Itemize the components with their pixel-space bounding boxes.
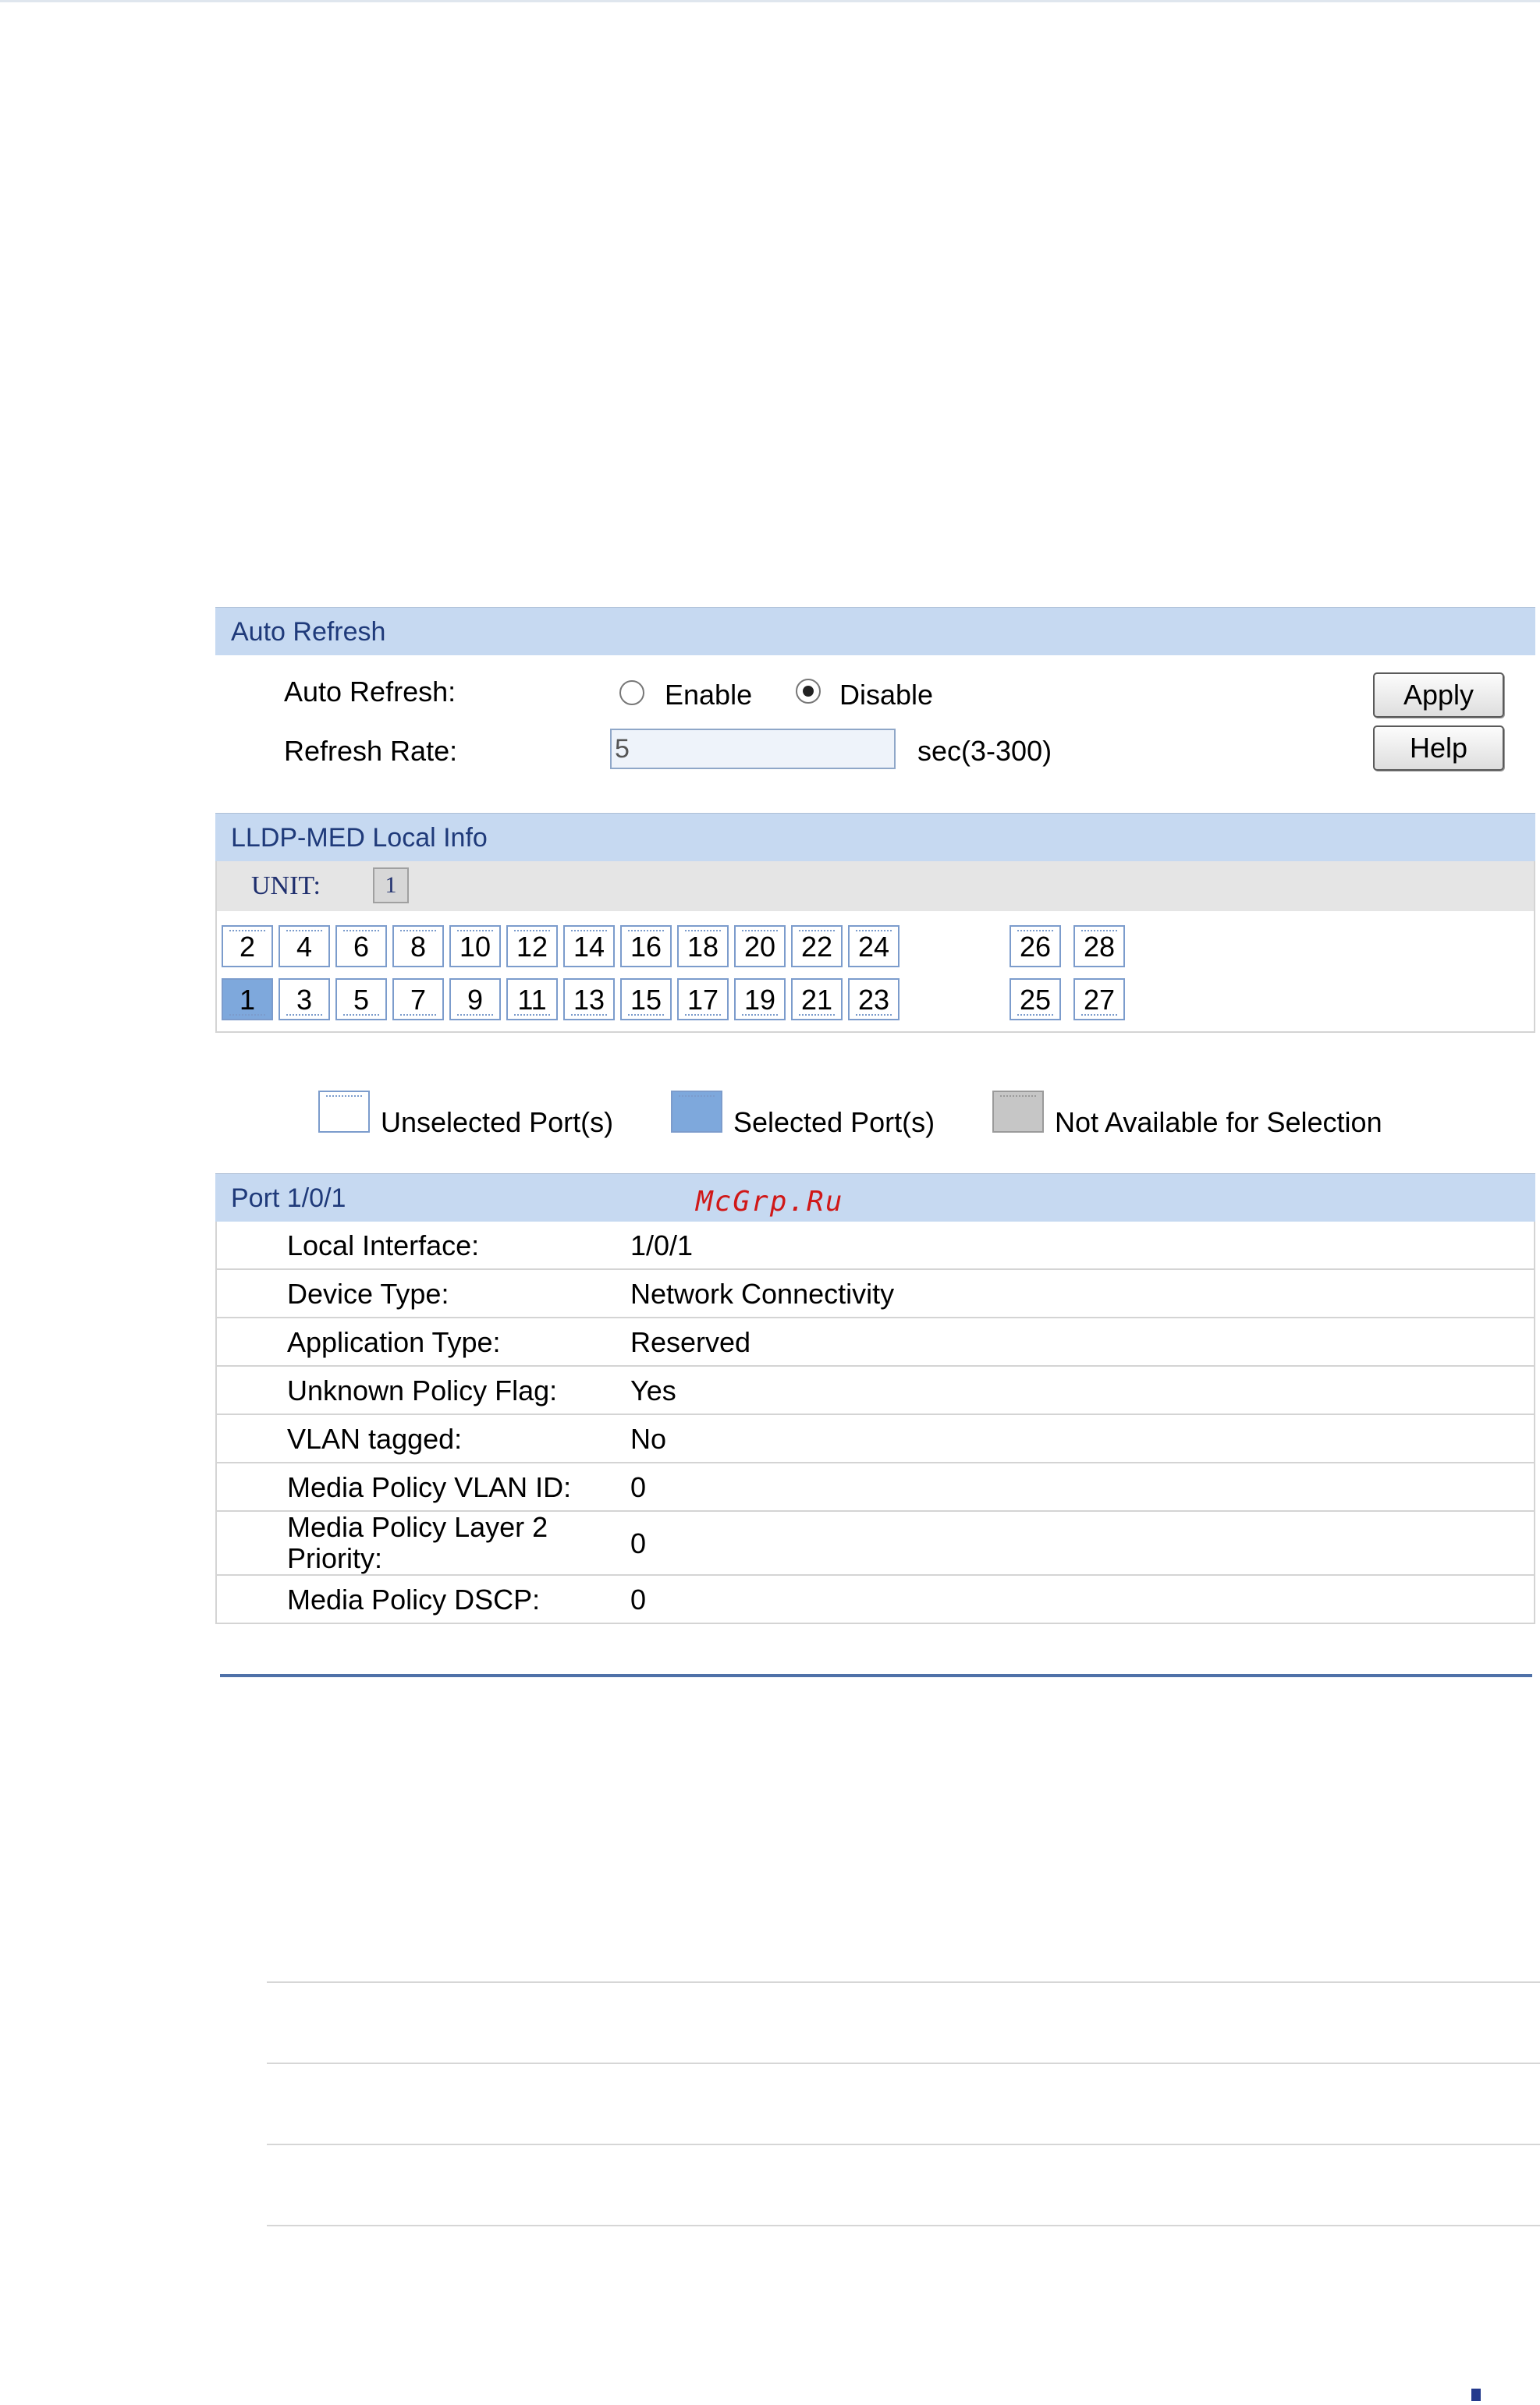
top-rule	[0, 0, 1540, 2]
port-11[interactable]: 11	[506, 978, 558, 1020]
port-15[interactable]: 15	[620, 978, 672, 1020]
unselected-port-legend-icon	[318, 1091, 370, 1133]
port-23[interactable]: 23	[848, 978, 900, 1020]
disable-radio[interactable]	[796, 679, 821, 704]
info-row: Unknown Policy Flag: Yes	[215, 1367, 1535, 1415]
port-14[interactable]: 14	[563, 925, 615, 967]
info-row: Media Policy DSCP: 0	[215, 1576, 1535, 1624]
info-row: VLAN tagged: No	[215, 1415, 1535, 1463]
info-row-value: 0	[630, 1584, 647, 1616]
selected-port-legend-label: Selected Port(s)	[733, 1106, 935, 1138]
port-3[interactable]: 3	[279, 978, 330, 1020]
info-row-label: Application Type:	[287, 1326, 501, 1358]
help-button[interactable]: Help	[1373, 725, 1504, 771]
lldp-med-header: LLDP-MED Local Info	[215, 813, 1535, 861]
info-row-value: No	[630, 1423, 667, 1455]
refresh-rate-label: Refresh Rate:	[284, 735, 458, 767]
apply-button[interactable]: Apply	[1373, 672, 1504, 718]
divider-line	[267, 2063, 1540, 2064]
info-row-value: 0	[630, 1527, 647, 1559]
info-row-label: Media Policy Layer 2 Priority:	[287, 1511, 548, 1574]
port-8[interactable]: 8	[392, 925, 444, 967]
port-19[interactable]: 19	[734, 978, 786, 1020]
port-28[interactable]: 28	[1073, 925, 1125, 967]
info-row-label: VLAN tagged:	[287, 1423, 463, 1455]
port-25[interactable]: 25	[1010, 978, 1061, 1020]
info-row-label: Media Policy VLAN ID:	[287, 1471, 572, 1503]
divider-line	[267, 1981, 1540, 1983]
port-18[interactable]: 18	[677, 925, 729, 967]
divider-line	[267, 2225, 1540, 2226]
enable-label[interactable]: Enable	[665, 679, 752, 711]
info-row-value: 0	[630, 1471, 647, 1503]
info-row: Media Policy Layer 2 Priority: 0	[215, 1512, 1535, 1576]
port-17[interactable]: 17	[677, 978, 729, 1020]
port-26[interactable]: 26	[1010, 925, 1061, 967]
port-10[interactable]: 10	[449, 925, 501, 967]
refresh-rate-unit: sec(3-300)	[917, 735, 1052, 767]
info-row-label: Local Interface:	[287, 1229, 480, 1261]
unit-label: UNIT:	[251, 871, 321, 900]
info-row: Local Interface: 1/0/1	[215, 1222, 1535, 1270]
disable-label[interactable]: Disable	[839, 679, 933, 711]
port-20[interactable]: 20	[734, 925, 786, 967]
port-27[interactable]: 27	[1073, 978, 1125, 1020]
divider-line	[267, 2144, 1540, 2145]
port-2[interactable]: 2	[222, 925, 273, 967]
info-row: Media Policy VLAN ID: 0	[215, 1463, 1535, 1512]
section-divider	[220, 1674, 1532, 1677]
port-4[interactable]: 4	[279, 925, 330, 967]
info-row-label: Media Policy DSCP:	[287, 1584, 541, 1616]
refresh-rate-input[interactable]	[610, 729, 896, 769]
info-row-value: 1/0/1	[630, 1229, 694, 1261]
port-6[interactable]: 6	[335, 925, 387, 967]
selected-port-legend-icon	[671, 1091, 722, 1133]
not-available-legend-icon	[992, 1091, 1044, 1133]
not-available-legend-label: Not Available for Selection	[1055, 1106, 1382, 1138]
port-5[interactable]: 5	[335, 978, 387, 1020]
port-1[interactable]: 1	[222, 978, 273, 1020]
info-row-value: Network Connectivity	[630, 1278, 895, 1310]
unit-selector[interactable]: 1	[373, 867, 409, 903]
page-marker	[1471, 2389, 1481, 2401]
unit-bar: UNIT: 1	[215, 861, 1535, 911]
port-13[interactable]: 13	[563, 978, 615, 1020]
info-row: Application Type: Reserved	[215, 1318, 1535, 1367]
port-12[interactable]: 12	[506, 925, 558, 967]
port-16[interactable]: 16	[620, 925, 672, 967]
info-row-value: Reserved	[630, 1326, 751, 1358]
info-row: Device Type: Network Connectivity	[215, 1270, 1535, 1318]
info-row-label: Device Type:	[287, 1278, 449, 1310]
auto-refresh-label: Auto Refresh:	[284, 676, 456, 708]
port-9[interactable]: 9	[449, 978, 501, 1020]
port-24[interactable]: 24	[848, 925, 900, 967]
unselected-port-legend-label: Unselected Port(s)	[381, 1106, 614, 1138]
port-info-header: Port 1/0/1	[215, 1173, 1535, 1222]
port-21[interactable]: 21	[791, 978, 843, 1020]
watermark: McGrp.Ru	[696, 1186, 844, 1218]
auto-refresh-header: Auto Refresh	[215, 607, 1535, 655]
info-row-label: Unknown Policy Flag:	[287, 1375, 558, 1406]
enable-radio[interactable]	[619, 680, 644, 705]
port-22[interactable]: 22	[791, 925, 843, 967]
info-row-value: Yes	[630, 1375, 676, 1406]
port-7[interactable]: 7	[392, 978, 444, 1020]
